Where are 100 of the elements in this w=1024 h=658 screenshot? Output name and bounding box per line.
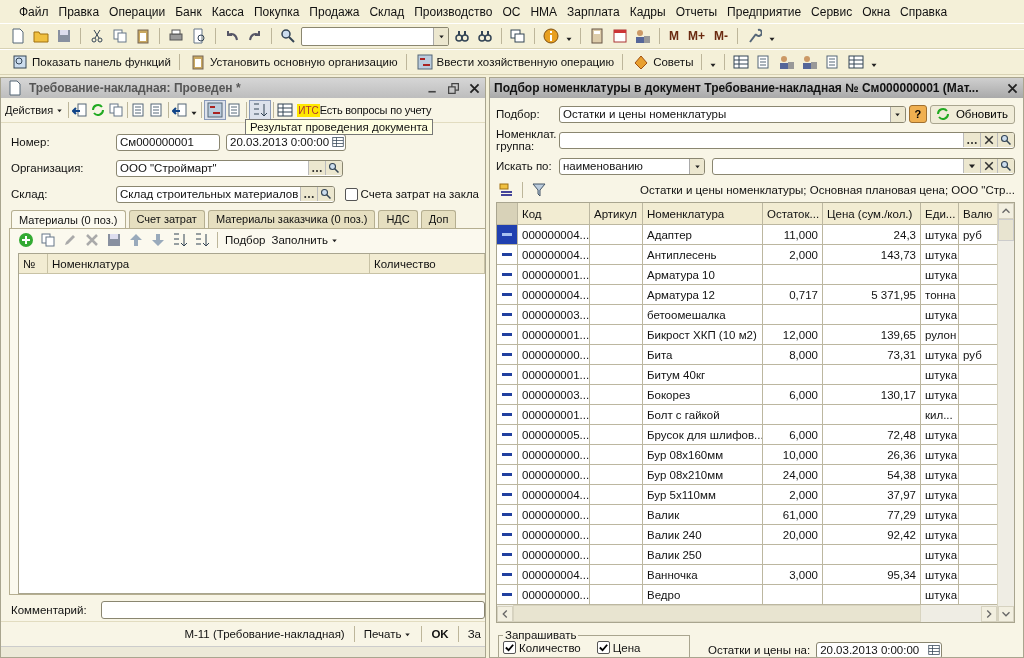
table-row[interactable]: 000000003... бетоомешалка штука (497, 305, 997, 325)
menu-item[interactable]: Кадры (624, 4, 671, 19)
column-header[interactable]: Остаток... (763, 203, 823, 224)
list-icon[interactable] (277, 102, 294, 118)
table-row[interactable]: 000000000... Бур 08х210мм 24,000 54,38 штука (497, 465, 997, 485)
sort-descending-icon[interactable] (194, 232, 210, 248)
calendar-icon[interactable] (612, 28, 628, 44)
copy-icon[interactable] (112, 28, 128, 44)
print-icon[interactable] (168, 28, 184, 44)
tab[interactable]: Материалы (0 поз.) (11, 210, 126, 228)
warehouse-field[interactable]: Склад строительных материалов (116, 185, 335, 203)
scroll-left-icon[interactable] (497, 605, 513, 622)
refresh-button[interactable]: Обновить (929, 104, 1015, 124)
table-row[interactable]: 000000004... Арматура 12 0,717 5 371,95 тонна (497, 285, 997, 305)
menu-item[interactable]: Продажа (304, 4, 365, 19)
sort-ascending-icon[interactable] (172, 232, 188, 248)
clear-icon[interactable] (980, 133, 997, 147)
search-field[interactable] (712, 157, 1015, 175)
menu-item[interactable]: Касса (206, 4, 249, 19)
column-header[interactable]: Валю (959, 203, 997, 224)
scroll-up-icon[interactable] (998, 203, 1014, 219)
tab[interactable]: Счет затрат (128, 210, 205, 228)
save-icon[interactable] (56, 28, 72, 44)
settings-icon[interactable] (746, 28, 762, 44)
menu-item[interactable]: НМА (525, 4, 563, 19)
menu-item[interactable]: Покупка (249, 4, 305, 19)
print-menu-button[interactable]: Печать (359, 628, 417, 640)
toolbar-button[interactable]: Установить основную организацию (185, 54, 400, 70)
new-document-icon[interactable] (10, 28, 26, 44)
table-row[interactable]: 000000004... Бур 5х110мм 2,000 37,97 штука (497, 485, 997, 505)
menu-item[interactable]: Операции (104, 4, 171, 19)
scroll-thumb[interactable] (513, 605, 921, 622)
item-group-field[interactable] (559, 131, 1015, 149)
ellipsis-icon[interactable] (963, 133, 980, 147)
search-icon[interactable] (997, 159, 1014, 173)
memory-button[interactable]: M+ (685, 29, 708, 43)
ellipsis-icon[interactable] (308, 161, 325, 175)
ok-button[interactable]: OK (427, 628, 453, 640)
tab[interactable]: Материалы заказчика (0 поз.) (207, 210, 376, 228)
memory-button[interactable]: M (666, 29, 682, 43)
checkbox[interactable]: Количество (503, 641, 581, 654)
table-row[interactable]: 000000000... Бита 8,000 73,31 штука руб (497, 345, 997, 365)
table-row[interactable]: 000000001... Битум 40кг штука (497, 365, 997, 385)
calendar-icon[interactable] (332, 136, 344, 148)
column-header[interactable]: Еди... (921, 203, 959, 224)
tab[interactable]: Доп (420, 210, 457, 228)
copy-icon[interactable] (108, 102, 125, 118)
scroll-down-icon[interactable] (998, 606, 1014, 622)
find-previous-icon[interactable] (477, 28, 493, 44)
ellipsis-icon[interactable] (299, 187, 317, 201)
column-header[interactable]: Артикул (590, 203, 643, 224)
tab[interactable]: НДС (378, 210, 418, 228)
scroll-thumb[interactable] (998, 219, 1014, 241)
toolbar-button[interactable]: Советы (629, 54, 696, 70)
table-row[interactable]: 000000005... Брусок для шлифов... 6,000 72,48 штука (497, 425, 997, 445)
table-row[interactable]: 000000004... Ванночка 3,000 95,34 штука (497, 565, 997, 585)
table-row[interactable]: 000000003... Бокорез 6,000 130,17 штука (497, 385, 997, 405)
toolbar-button[interactable]: Ввести хозяйственную операцию (412, 54, 617, 70)
clear-icon[interactable] (980, 159, 997, 173)
caret-icon[interactable] (963, 159, 980, 173)
close-icon[interactable] (1006, 81, 1019, 95)
table-row[interactable]: 000000004... Адаптер 11,000 24,3 штука руб (497, 225, 997, 245)
ending-icon[interactable] (106, 232, 122, 248)
menu-item[interactable]: Справка (895, 4, 953, 19)
horizontal-scrollbar[interactable] (497, 605, 997, 622)
menu-item[interactable]: Файл (14, 4, 54, 19)
fill-menu-button[interactable]: Заполнить (269, 234, 341, 246)
paste-icon[interactable] (135, 28, 151, 44)
table-row[interactable]: 000000000... Валик 240 20,000 92,42 штука (497, 525, 997, 545)
scroll-right-icon[interactable] (981, 605, 997, 622)
date-field[interactable]: 20.03.2013 0:00:00 (226, 133, 346, 151)
its-link[interactable]: Есть вопросы по учету (319, 104, 432, 116)
toolbar-button[interactable]: Показать панель функций (8, 54, 173, 70)
menu-item[interactable]: Банк (170, 4, 207, 19)
search-icon[interactable] (280, 28, 296, 44)
number-field[interactable]: См000000001 (116, 133, 220, 151)
structure-button[interactable] (249, 100, 272, 120)
horizontal-scrollbar[interactable] (1, 646, 485, 657)
users-icon[interactable] (635, 28, 651, 44)
menu-item[interactable]: Производство (409, 4, 498, 19)
cut-icon[interactable] (89, 28, 105, 44)
calendar-icon[interactable] (928, 644, 941, 656)
info-icon[interactable] (543, 28, 559, 44)
go-to-icon[interactable] (172, 102, 189, 118)
cost-accounts-checkbox[interactable]: Счета затрат на закла (344, 187, 479, 201)
find-next-icon[interactable] (454, 28, 470, 44)
menu-item[interactable]: Предприятие (722, 4, 807, 19)
memory-button[interactable]: M- (711, 29, 731, 43)
table-row[interactable]: 000000000... Валик 61,000 77,29 штука (497, 505, 997, 525)
table-row[interactable]: 000000004... Антиплесень 2,000 143,73 штука (497, 245, 997, 265)
open-folder-icon[interactable] (33, 28, 49, 44)
column-header[interactable]: Код (518, 203, 590, 224)
menu-item[interactable]: Зарплата (562, 4, 625, 19)
windows-icon[interactable] (510, 28, 526, 44)
organization-field[interactable]: ООО "Строймарт" (116, 159, 343, 177)
print-preview-icon[interactable] (191, 28, 207, 44)
table-row[interactable]: 000000000... Валик 250 штука (497, 545, 997, 565)
help-button[interactable]: ? (908, 105, 927, 123)
table-row[interactable]: 000000001... Бикрост ХКП (10 м2) 12,000 139,65 рулон (497, 325, 997, 345)
hierarchy-icon[interactable] (498, 182, 514, 198)
